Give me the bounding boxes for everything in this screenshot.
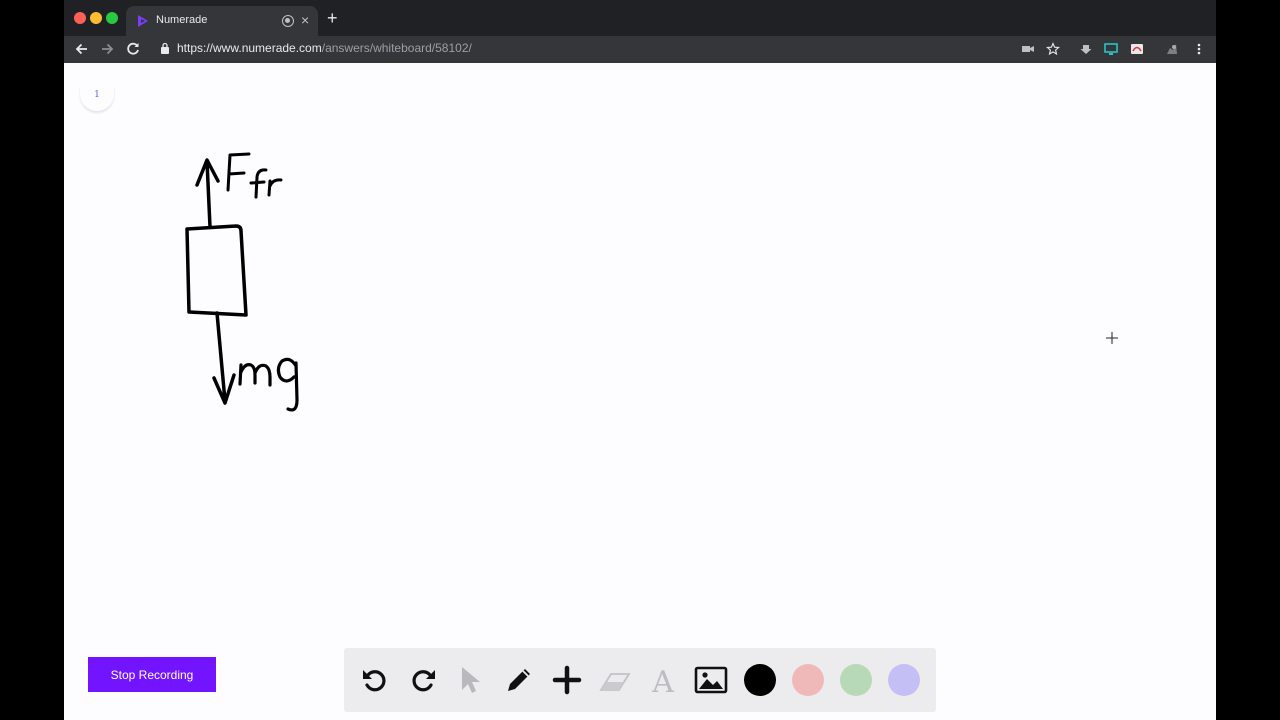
tab-title: Numerade — [156, 14, 208, 26]
upward-force-arrow — [195, 158, 220, 229]
camera-icon[interactable] — [1021, 42, 1035, 56]
reload-icon[interactable] — [124, 40, 142, 58]
block-stroke — [185, 224, 248, 317]
maximize-window-button[interactable] — [106, 12, 118, 24]
add-plus-icon[interactable] — [550, 663, 584, 697]
label-ffr-handwriting — [226, 152, 283, 199]
new-tab-button[interactable]: + — [327, 9, 338, 27]
select-pointer-icon[interactable] — [454, 663, 488, 697]
color-swatch-purple[interactable] — [888, 664, 920, 696]
tab-close-icon[interactable]: × — [301, 12, 309, 28]
pen-icon[interactable] — [502, 663, 536, 697]
browser-toolbar: https://www.numerade.com/answers/whitebo… — [64, 36, 1216, 63]
profile-avatar-icon[interactable] — [1165, 42, 1179, 56]
minimize-window-button[interactable] — [90, 12, 102, 24]
browser-menu-icon[interactable] — [1192, 42, 1206, 56]
bookmark-star-icon[interactable] — [1046, 42, 1060, 56]
recording-indicator-icon — [282, 15, 294, 27]
address-bar[interactable]: https://www.numerade.com/answers/whitebo… — [177, 41, 472, 55]
color-swatch-black[interactable] — [744, 664, 776, 696]
lock-icon — [161, 42, 169, 54]
downward-force-arrow — [212, 311, 236, 405]
cursor-crosshair-icon — [1106, 332, 1118, 344]
svg-text:A: A — [651, 665, 674, 697]
redo-icon[interactable] — [406, 663, 440, 697]
url-path: /answers/whiteboard/58102/ — [321, 41, 472, 55]
url-host: https://www.numerade.com — [177, 41, 322, 55]
text-tool-icon[interactable]: A — [646, 663, 680, 697]
forward-icon[interactable] — [98, 40, 116, 58]
close-window-button[interactable] — [74, 12, 86, 24]
free-body-diagram-drawing — [185, 152, 299, 412]
browser-window: Numerade × + https://www.numerade.com/an… — [64, 0, 1216, 720]
stop-recording-button[interactable]: Stop Recording — [88, 657, 216, 692]
pdf-extension-icon[interactable] — [1130, 42, 1144, 56]
drawing-toolbar: A — [344, 648, 936, 712]
color-swatch-green[interactable] — [840, 664, 872, 696]
color-swatch-pink[interactable] — [792, 664, 824, 696]
undo-icon[interactable] — [358, 663, 392, 697]
whiteboard-canvas[interactable]: 1 Stop Recording A — [64, 63, 1216, 720]
image-insert-icon[interactable] — [694, 663, 728, 697]
download-extension-icon[interactable] — [1079, 42, 1093, 56]
label-mg-handwriting — [238, 357, 299, 412]
screen-cast-extension-icon[interactable] — [1104, 42, 1118, 56]
eraser-icon[interactable] — [598, 663, 632, 697]
back-icon[interactable] — [73, 40, 91, 58]
numerade-logo-icon — [138, 15, 148, 27]
tab-strip: Numerade × + — [64, 0, 1216, 36]
browser-tab[interactable]: Numerade × — [126, 6, 318, 36]
